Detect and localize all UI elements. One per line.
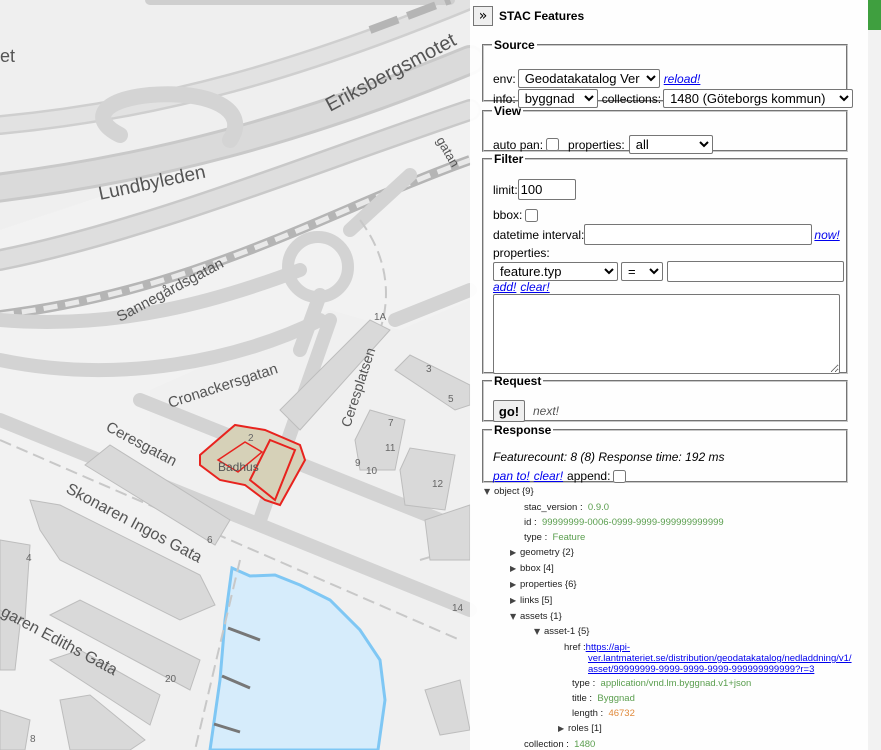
tree-leaf-id: id : 99999999-0006-0999-9999-99999999999… xyxy=(524,517,724,528)
tree-node-roles[interactable]: ▶ roles [1] xyxy=(558,723,602,734)
label-badhus: Badhus xyxy=(218,460,259,474)
tree-node-links[interactable]: ▶ links [5] xyxy=(510,595,552,606)
append-label: append: xyxy=(567,469,611,483)
panel-title: STAC Features xyxy=(499,9,585,23)
filter-legend: Filter xyxy=(494,152,524,166)
house-number: 12 xyxy=(432,479,444,490)
tree-leaf-href: href :https://api- xyxy=(564,642,631,653)
caret-down-icon[interactable]: ▼ xyxy=(484,487,494,496)
house-number: 14 xyxy=(452,603,464,614)
house-number: 10 xyxy=(366,466,378,477)
tree-href-line2[interactable]: ver.lantmateriet.se/distribution/geodata… xyxy=(588,653,852,664)
house-number: 4 xyxy=(26,553,32,564)
filter-section: Filter limit: bbox: datetime interval: n… xyxy=(482,152,848,374)
tree-leaf-title: title : Byggnad xyxy=(572,693,635,704)
clear-response-link[interactable]: clear! xyxy=(534,469,563,483)
view-section: View auto pan: properties: all xyxy=(482,104,848,154)
view-legend: View xyxy=(494,104,522,118)
caret-right-icon[interactable]: ▶ xyxy=(510,564,520,573)
property-operator-select[interactable]: = xyxy=(621,262,663,281)
tree-node-object[interactable]: ▼ object {9} xyxy=(484,486,534,497)
house-number: 20 xyxy=(165,674,177,685)
house-number: 2 xyxy=(248,433,254,444)
tree-leaf-length: length : 46732 xyxy=(572,708,635,719)
tree-leaf-type: type : Feature xyxy=(524,532,586,543)
response-legend: Response xyxy=(494,423,552,437)
caret-down-icon[interactable]: ▼ xyxy=(534,627,544,636)
caret-right-icon[interactable]: ▶ xyxy=(510,596,520,605)
source-legend: Source xyxy=(494,38,535,52)
map-edge-strip xyxy=(868,0,881,30)
tree-node-assets[interactable]: ▼ assets {1} xyxy=(510,611,562,622)
next-link[interactable]: next! xyxy=(533,404,559,418)
source-section: Source env: Geodatakatalog Ver reload! i… xyxy=(482,38,854,108)
response-section: Response Featurecount: 8 (8) Response ti… xyxy=(482,423,848,483)
limit-label: limit: xyxy=(493,182,518,197)
datetime-input[interactable] xyxy=(584,224,813,245)
property-field-select[interactable]: feature.typ xyxy=(493,262,618,281)
reload-link[interactable]: reload! xyxy=(664,72,701,86)
property-value-input[interactable] xyxy=(667,261,844,282)
asset-href-link-line2[interactable]: ver.lantmateriet.se/distribution/geodata… xyxy=(588,653,852,664)
autopan-label: auto pan: xyxy=(493,137,544,152)
house-number: 11 xyxy=(385,443,396,454)
tree-node-geometry[interactable]: ▶ geometry {2} xyxy=(510,547,574,558)
tree-node-properties[interactable]: ▶ properties {6} xyxy=(510,579,577,590)
go-button[interactable]: go! xyxy=(493,400,525,422)
caret-down-icon[interactable]: ▼ xyxy=(510,612,520,621)
now-link[interactable]: now! xyxy=(814,228,839,242)
stac-panel: » STAC Features Source env: Geodatakatal… xyxy=(470,0,868,750)
caret-right-icon[interactable]: ▶ xyxy=(558,724,568,733)
filter-properties-label: properties: xyxy=(493,246,550,260)
request-section: Request go! next! xyxy=(482,374,848,422)
filter-textarea[interactable] xyxy=(493,294,840,374)
add-property-link[interactable]: add! xyxy=(493,280,516,294)
tree-href-line3[interactable]: asset/99999999-9999-9999-9999-9999999999… xyxy=(588,664,814,675)
label-partial-et: et xyxy=(0,46,15,66)
tree-node-asset-1[interactable]: ▼ asset-1 {5} xyxy=(534,626,589,637)
env-label: env: xyxy=(493,71,516,86)
tree-node-bbox[interactable]: ▶ bbox [4] xyxy=(510,563,554,574)
house-number: 7 xyxy=(388,418,394,429)
tree-leaf-collection: collection : 1480 xyxy=(524,739,596,750)
tree-leaf-asset-type: type : application/vnd.lm.byggnad.v1+jso… xyxy=(572,678,752,689)
view-properties-label: properties: xyxy=(568,137,625,152)
response-status: Featurecount: 8 (8) Response time: 192 m… xyxy=(493,450,725,464)
caret-right-icon[interactable]: ▶ xyxy=(510,548,520,557)
tree-leaf-stac-version: stac_version : 0.9.0 xyxy=(524,502,610,513)
env-select[interactable]: Geodatakatalog Ver xyxy=(517,69,660,88)
autopan-checkbox[interactable] xyxy=(546,138,560,151)
append-checkbox[interactable] xyxy=(613,469,627,483)
asset-href-link[interactable]: https://api- xyxy=(586,642,630,653)
house-number: 5 xyxy=(448,394,454,405)
limit-input[interactable] xyxy=(517,179,576,200)
collapse-panel-button[interactable]: » xyxy=(473,6,493,26)
caret-right-icon[interactable]: ▶ xyxy=(510,580,520,589)
request-legend: Request xyxy=(494,374,542,388)
clear-properties-link[interactable]: clear! xyxy=(520,280,549,294)
datetime-label: datetime interval: xyxy=(493,227,585,242)
house-number: 8 xyxy=(30,734,36,745)
house-number: 1A xyxy=(374,312,387,323)
house-number: 6 xyxy=(207,535,213,546)
bbox-label: bbox: xyxy=(493,208,523,222)
bbox-checkbox[interactable] xyxy=(525,208,539,222)
asset-href-link-line3[interactable]: asset/99999999-9999-9999-9999-9999999999… xyxy=(588,664,814,675)
pan-to-link[interactable]: pan to! xyxy=(493,469,530,483)
house-number: 9 xyxy=(355,458,361,469)
house-number: 3 xyxy=(426,364,432,375)
